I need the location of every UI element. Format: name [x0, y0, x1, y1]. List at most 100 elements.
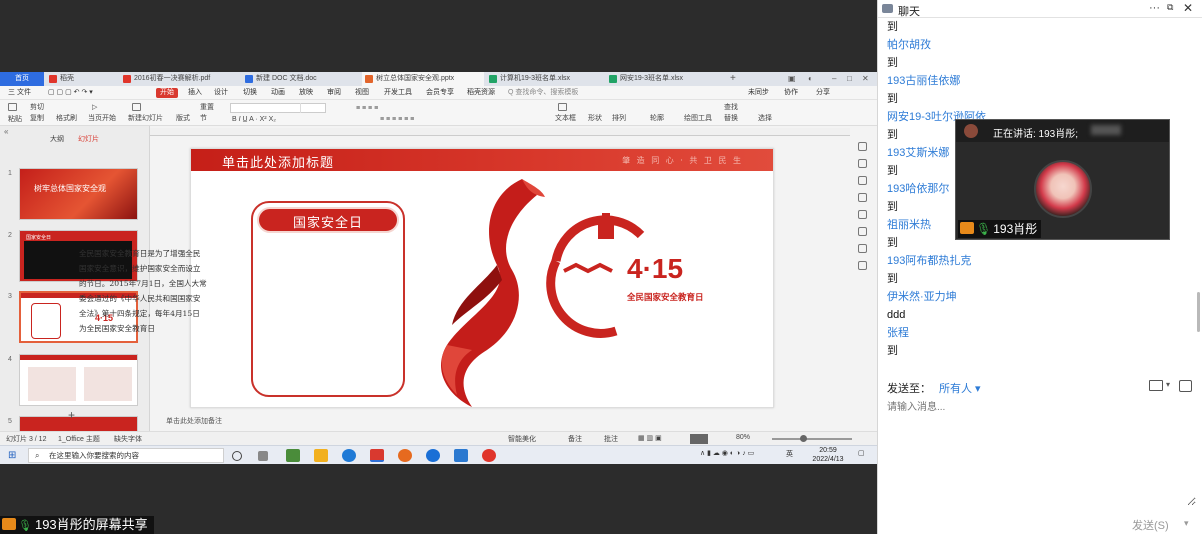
tab-xlsx-2[interactable]: 网安19-3班名单.xlsx	[606, 72, 724, 86]
object-icon[interactable]	[858, 142, 867, 151]
drawing-tools-button[interactable]: 绘图工具	[684, 114, 712, 123]
avatar-icon[interactable]: ◐	[808, 73, 813, 85]
from-current-button[interactable]: 当页开始	[88, 114, 116, 123]
minimize-icon[interactable]: –	[832, 73, 836, 85]
menu-insert[interactable]: 插入	[188, 86, 202, 100]
edge-icon[interactable]	[342, 449, 356, 462]
chat-sender-name[interactable]: 193古丽佳依娜	[887, 74, 960, 88]
menu-home[interactable]: 开始	[156, 88, 178, 98]
comments-toggle[interactable]: 批注	[604, 434, 618, 444]
add-slide-button[interactable]: +	[68, 408, 75, 422]
help-icon[interactable]	[858, 227, 867, 236]
select-button[interactable]: 选择	[758, 114, 772, 123]
system-tray-icons[interactable]: ∧ ▮ ☁ ◉ ◐ ◑ ♪ ▭	[700, 449, 754, 457]
new-tab-button[interactable]: +	[730, 72, 736, 86]
sync-status[interactable]: 未同步	[748, 86, 769, 100]
tab-pdf[interactable]: 2016初春一决赛解析.pdf	[120, 72, 240, 86]
slide-title-placeholder[interactable]: 单击此处添加标题	[222, 152, 334, 171]
speaker-video-tile[interactable]: 正在讲话: 193肖彤; 🎙 193肖彤	[955, 119, 1170, 240]
maximize-icon[interactable]: □	[847, 73, 852, 85]
menu-daoke[interactable]: 稻壳资源	[467, 86, 495, 100]
menu-review[interactable]: 审阅	[327, 86, 341, 100]
layout-icon[interactable]: ▣	[788, 73, 796, 85]
close-icon[interactable]: ✕	[862, 73, 869, 85]
menu-member[interactable]: 会员专享	[426, 86, 454, 100]
collab-button[interactable]: 协作	[784, 86, 798, 100]
more-options-icon[interactable]: ···	[1149, 2, 1160, 14]
send-button[interactable]: 发送(S)	[1132, 517, 1169, 533]
taskbar-clock[interactable]: 20:59 2022/4/13	[808, 446, 848, 464]
chat-sender-name[interactable]: 张程	[887, 326, 909, 340]
share-icon[interactable]	[858, 261, 867, 270]
menu-view[interactable]: 视图	[355, 86, 369, 100]
app-icon-3[interactable]	[482, 449, 496, 462]
arrange-button[interactable]: 排列	[612, 114, 626, 123]
tab-outline[interactable]: 大纲	[50, 134, 64, 144]
format-painter-button[interactable]: 格式刷	[56, 114, 77, 123]
tab-home[interactable]: 首页	[0, 72, 44, 86]
menu-slideshow[interactable]: 放映	[299, 86, 313, 100]
play-current-icon[interactable]: ▷	[92, 103, 97, 112]
play-slideshow-button[interactable]	[690, 434, 708, 444]
zoom-level[interactable]: 80%	[736, 434, 750, 441]
align-buttons[interactable]: ≡ ≡ ≡ ≡ ≡ ≡	[380, 115, 414, 124]
taskbar-search[interactable]: ⌕ 在这里输入你要搜索的内容	[28, 448, 224, 463]
adjust-icon[interactable]	[858, 159, 867, 168]
photos-icon[interactable]	[454, 449, 468, 462]
find-button[interactable]: 查找	[724, 103, 738, 112]
section-button[interactable]: 节	[200, 114, 207, 123]
chat-sender-name[interactable]: 伊米然·亚力坤	[887, 290, 957, 304]
chat-message-input[interactable]	[884, 396, 1196, 506]
chat-scrollbar[interactable]	[1197, 292, 1200, 332]
tab-slides[interactable]: 幻灯片	[78, 134, 99, 144]
smart-beautify-button[interactable]: 智能美化	[508, 434, 536, 444]
menu-animation[interactable]: 动画	[271, 86, 285, 100]
zoom-slider-knob[interactable]	[800, 435, 807, 442]
format-buttons[interactable]: B I U̲ A · X² X₂	[232, 115, 276, 124]
chat-sender-name[interactable]: 祖丽米热	[887, 218, 931, 232]
replace-button[interactable]: 替换	[724, 114, 738, 123]
view-mode-buttons[interactable]: ▦ ▥ ▣	[638, 434, 662, 442]
send-to-select[interactable]: 所有人 ▾	[939, 380, 981, 396]
tab-pptx[interactable]: 树立总体国家安全观.pptx	[362, 72, 484, 86]
card-body-text[interactable]: 全民国家安全教育日是为了增强全民国家安全意识，维护国家安全而设立的节日。2015…	[79, 246, 207, 336]
chat-sender-name[interactable]: 帕尔胡孜	[887, 38, 931, 52]
chat-sender-name[interactable]: 193阿布都热扎克	[887, 254, 971, 268]
textbox-button[interactable]: 文本框	[555, 114, 576, 123]
style-icon[interactable]	[858, 176, 867, 185]
zoom-slider[interactable]	[772, 438, 852, 440]
firefox-icon[interactable]	[398, 449, 412, 462]
textbox-icon[interactable]	[558, 103, 569, 112]
send-options-icon[interactable]: ▾	[1184, 518, 1189, 529]
tab-doc[interactable]: 新建 DOC 文档.doc	[242, 72, 360, 86]
tab-xlsx-1[interactable]: 计算机19-3班名单.xlsx	[486, 72, 604, 86]
cortana-icon[interactable]	[232, 451, 242, 461]
file-explorer-icon[interactable]	[314, 449, 328, 462]
cut-button[interactable]: 剪切	[30, 103, 44, 112]
file-menu[interactable]: 三 文件	[8, 86, 31, 100]
slide-thumbnail-1[interactable]: 树牢总体国家安全观	[19, 168, 138, 220]
task-view-icon[interactable]	[258, 451, 268, 461]
notes-pane[interactable]: 单击此处添加备注	[150, 416, 850, 428]
close-chat-icon[interactable]: ✕	[1183, 1, 1193, 15]
notifications-icon[interactable]: ▢	[858, 449, 865, 457]
notes-toggle[interactable]: 备注	[568, 434, 582, 444]
app-icon-2[interactable]	[426, 449, 440, 462]
chevron-down-icon[interactable]: ▾	[1166, 380, 1170, 389]
transition-icon[interactable]	[858, 210, 867, 219]
slide-canvas[interactable]: 单击此处添加标题 肇 造 同 心 · 共 卫 民 生 国家安全日 4·15 全民…	[190, 148, 774, 408]
quick-access-icons[interactable]: ▢ ▢ ▢ ↶ ↷ ▾	[48, 86, 93, 100]
settings-icon[interactable]	[858, 244, 867, 253]
menu-design[interactable]: 设计	[214, 86, 228, 100]
paste-button[interactable]	[8, 103, 19, 112]
wps-icon[interactable]	[370, 449, 384, 462]
collapse-panel-icon[interactable]: «	[4, 127, 8, 136]
missing-font-button[interactable]: 缺失字体	[114, 434, 142, 444]
command-search[interactable]: Q 查找命令、搜索模板	[508, 88, 588, 98]
app-icon-1[interactable]	[286, 449, 300, 462]
share-button[interactable]: 分享	[816, 86, 830, 100]
chat-sender-name[interactable]: 193艾斯米娜	[887, 146, 949, 160]
font-size-select[interactable]	[300, 103, 328, 113]
copy-button[interactable]: 复制	[30, 114, 44, 123]
text-card[interactable]: 国家安全日	[251, 201, 405, 397]
